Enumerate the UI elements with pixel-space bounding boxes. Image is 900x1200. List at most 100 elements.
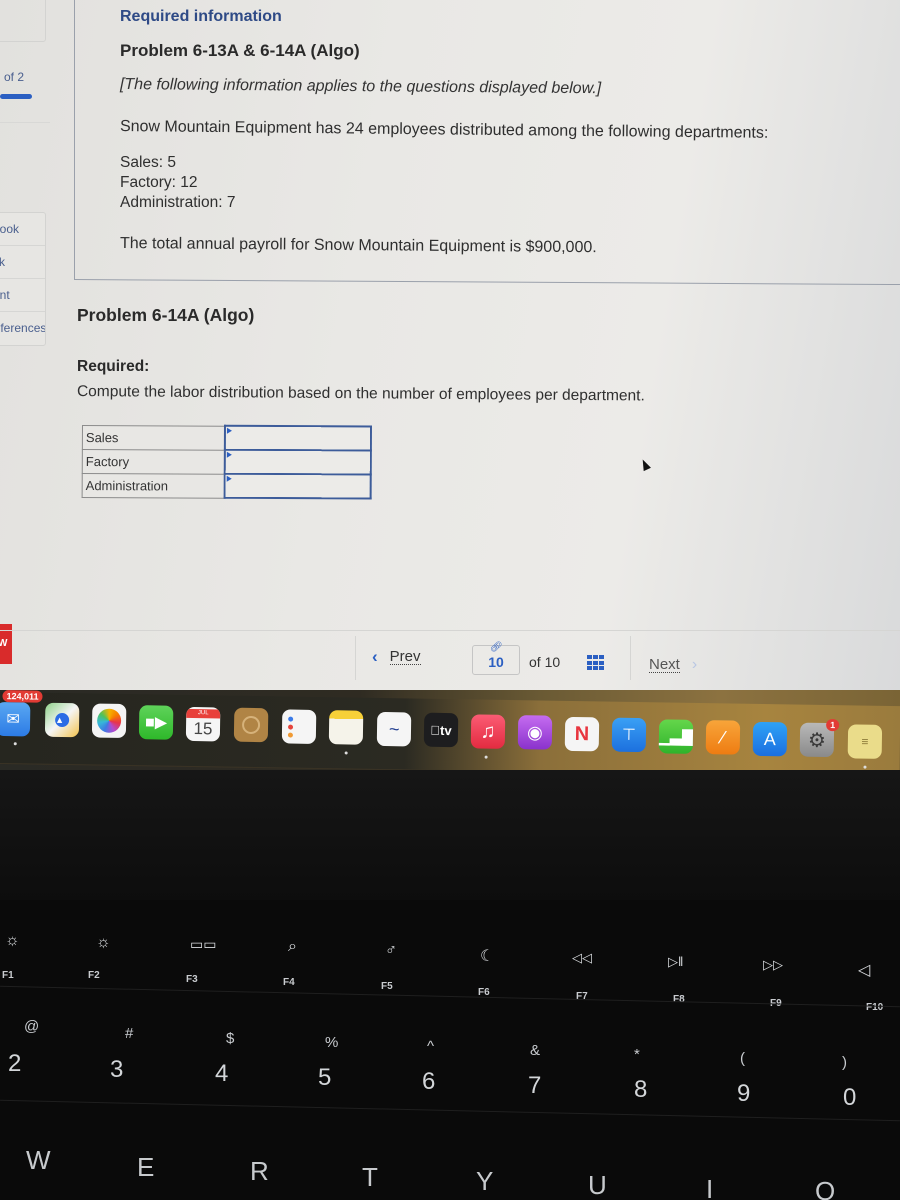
f1-key: F1 <box>2 970 14 981</box>
photos-app-icon[interactable] <box>91 703 127 738</box>
chevron-right-icon: › <box>691 656 698 673</box>
tv-app-icon[interactable]: tv <box>423 712 459 748</box>
page-number-box[interactable]: 🔗︎ 10 <box>472 642 520 675</box>
key-3-shift: # <box>125 1025 134 1042</box>
required-instructions: Compute the labor distribution based on … <box>76 383 645 405</box>
key-e: E <box>137 1152 155 1182</box>
browser-screen: of 2 eBook Ask Print References W Requir… <box>0 0 900 690</box>
calendar-day: 15 <box>193 718 213 738</box>
pages-app-icon[interactable]: ∕ <box>705 720 741 755</box>
contacts-app-icon[interactable] <box>233 707 269 743</box>
key-9: 9 <box>737 1080 751 1107</box>
next-button[interactable]: Next › <box>649 656 697 674</box>
notes-app-icon[interactable] <box>328 710 364 745</box>
physical-keyboard: ☼ F1 ☼ F2 ▭▭ F3 ⌕ F4 ♂ F5 ☾ F6 ◁◁ F7 ▷‖ … <box>0 900 900 1200</box>
question-content: Required information Problem 6-13A & 6-1… <box>0 0 900 690</box>
running-indicator <box>863 765 867 769</box>
f8-key: F8 <box>673 994 685 1005</box>
key-6: 6 <box>422 1068 436 1095</box>
f5-key: F5 <box>381 981 393 992</box>
factory-amount-cell <box>224 449 371 475</box>
calendar-month: JUL <box>186 708 221 718</box>
next-label: Next <box>649 656 680 673</box>
key-0-shift: ) <box>842 1054 847 1071</box>
key-r: R <box>250 1156 269 1186</box>
applies-note: [The following information applies to th… <box>119 76 602 98</box>
mail-unread-badge: 124,011 <box>2 690 43 703</box>
intro-text: Snow Mountain Equipment has 24 employees… <box>119 118 769 142</box>
stickies-app-icon[interactable]: ≡ <box>847 724 883 759</box>
sales-amount-cell <box>224 425 371 451</box>
music-app-icon[interactable]: ♫ <box>470 714 506 749</box>
input-flag-icon <box>226 427 232 434</box>
input-flag-icon <box>226 475 232 482</box>
reminders-app-icon[interactable] <box>281 709 317 744</box>
department-administration: Administration: 7 <box>120 194 236 211</box>
running-indicator <box>13 742 17 746</box>
f7-key: F7 <box>576 991 588 1002</box>
app-store-icon[interactable]: A <box>752 721 788 757</box>
key-i: I <box>706 1174 714 1200</box>
key-5-shift: % <box>325 1034 339 1051</box>
department-sales: Sales: 5 <box>120 154 177 171</box>
factory-amount-input[interactable] <box>225 450 370 474</box>
key-8: 8 <box>634 1076 648 1103</box>
sales-amount-input[interactable] <box>225 426 370 450</box>
maps-app-icon[interactable]: ▲ <box>44 702 80 738</box>
chevron-left-icon: ‹ <box>372 647 378 666</box>
row-label-factory: Factory <box>82 449 225 474</box>
row-label-sales: Sales <box>82 425 225 450</box>
nav-separator <box>630 636 631 680</box>
microphone-icon: ♂ <box>385 942 397 959</box>
required-label: Required: <box>77 358 150 375</box>
mute-icon: ◁ <box>858 962 871 979</box>
moon-icon: ☾ <box>480 948 495 965</box>
news-app-icon[interactable]: N <box>564 716 600 752</box>
laptop-bezel <box>0 770 900 900</box>
labor-distribution-table: Sales Factory Administration <box>82 424 372 500</box>
f3-key: F3 <box>186 974 198 985</box>
freeform-app-icon[interactable]: ~ <box>376 711 412 747</box>
rewind-icon: ◁◁ <box>572 950 592 965</box>
key-6-shift: ^ <box>427 1038 435 1055</box>
f10-key: F10 <box>866 1002 884 1013</box>
key-9-shift: ( <box>740 1050 745 1067</box>
macos-dock: ✉ 124,011 ▲ ■▶ JUL 15 ~ tv ♫ ◉ N ⊤ ▁▃▇ … <box>0 690 900 779</box>
key-5: 5 <box>318 1064 332 1091</box>
numbers-app-icon[interactable]: ▁▃▇ <box>658 719 694 754</box>
prev-label: Prev <box>389 648 421 665</box>
current-page-number: 10 <box>488 654 504 670</box>
search-icon: ⌕ <box>288 938 297 955</box>
key-u: U <box>588 1170 607 1200</box>
mail-app-icon[interactable]: ✉ <box>0 701 31 737</box>
problem-title: Problem 6-14A (Algo) <box>77 305 255 325</box>
key-7: 7 <box>528 1072 542 1099</box>
key-4-shift: $ <box>226 1030 235 1047</box>
administration-amount-cell <box>224 473 371 499</box>
f4-key: F4 <box>283 977 295 988</box>
administration-amount-input[interactable] <box>225 474 370 498</box>
settings-update-badge: 1 <box>826 718 840 732</box>
question-grid-icon[interactable] <box>587 655 605 671</box>
link-icon: 🔗︎ <box>490 642 503 653</box>
nav-separator <box>355 636 356 680</box>
facetime-app-icon[interactable]: ■▶ <box>138 705 174 740</box>
prev-button[interactable]: ‹ Prev <box>372 647 421 667</box>
key-t: T <box>362 1162 378 1192</box>
department-list: Sales: 5 Factory: 12 Administration: 7 <box>120 153 235 213</box>
keynote-app-icon[interactable]: ⊤ <box>611 717 647 753</box>
brightness-down-icon: ☼ <box>5 932 20 949</box>
calendar-app-icon[interactable]: JUL 15 <box>185 706 221 742</box>
tv-label: tv <box>435 722 452 738</box>
key-3: 3 <box>110 1056 124 1083</box>
department-factory: Factory: 12 <box>120 174 198 191</box>
key-0: 0 <box>843 1084 857 1111</box>
play-pause-icon: ▷‖ <box>668 954 684 969</box>
payroll-text: The total annual payroll for Snow Mounta… <box>119 235 597 257</box>
key-row-edge <box>0 985 900 1008</box>
brightness-up-icon: ☼ <box>96 934 111 951</box>
mission-control-icon: ▭▭ <box>190 936 217 952</box>
podcasts-app-icon[interactable]: ◉ <box>517 715 553 750</box>
page-total-label: of 10 <box>529 654 561 670</box>
running-indicator <box>484 755 488 759</box>
